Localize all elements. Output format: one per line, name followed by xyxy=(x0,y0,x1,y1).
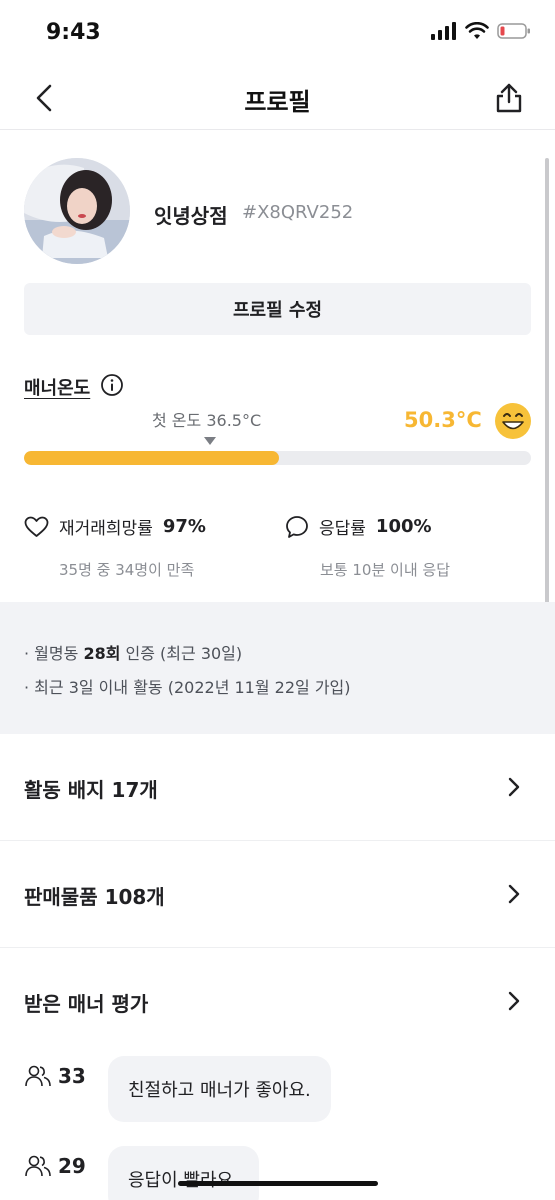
share-button[interactable] xyxy=(491,80,527,116)
review-count: 33 xyxy=(58,1064,86,1088)
rehire-rate-detail: 35명 중 34명이 만족 xyxy=(59,561,195,579)
activity-info: · 최근 3일 이내 활동 (2022년 11월 22일 가입) xyxy=(24,678,351,697)
manner-reviews-label: 받은 매너 평가 xyxy=(24,992,149,1016)
avatar[interactable] xyxy=(24,158,130,264)
temperature-bar xyxy=(24,451,531,465)
response-rate-stat: 응답률 100% 보통 10분 이내 응답 xyxy=(285,514,450,580)
scroll-indicator[interactable] xyxy=(545,158,549,658)
verification-info: · 월명동 28회 인증 (최근 30일) xyxy=(24,644,243,663)
activity-info-box: · 월명동 28회 인증 (최근 30일) · 최근 3일 이내 활동 (202… xyxy=(0,602,555,734)
first-temperature-label: 첫 온도 36.5°C xyxy=(152,411,262,430)
share-icon xyxy=(496,83,522,113)
manner-reviews-row[interactable]: 받은 매너 평가 xyxy=(0,948,555,1055)
people-icon xyxy=(25,1155,51,1177)
chevron-right-icon xyxy=(508,777,520,797)
chevron-right-icon xyxy=(508,991,520,1011)
activity-badges-label: 활동 배지 17개 xyxy=(24,778,158,802)
page-title: 프로필 xyxy=(244,88,311,116)
avatar-image xyxy=(24,158,130,264)
signal-icon xyxy=(431,22,456,40)
manner-temperature-label[interactable]: 매너온도 xyxy=(24,374,90,400)
sale-items-label: 판매물품 108개 xyxy=(24,885,165,909)
navigation-bar: 프로필 xyxy=(0,66,555,130)
smiling-face-icon xyxy=(495,403,531,439)
user-id: #X8QRV252 xyxy=(242,202,354,223)
response-rate-detail: 보통 10분 이내 응답 xyxy=(320,561,450,579)
battery-icon xyxy=(497,23,530,39)
rehire-rate-value: 97% xyxy=(162,516,206,537)
profile-header: 잇녕상점 #X8QRV252 xyxy=(24,158,531,268)
review-text: 응답이 빨라요. xyxy=(108,1146,259,1200)
first-temperature-marker xyxy=(204,437,216,445)
status-bar: 9:43 xyxy=(0,0,555,66)
people-icon xyxy=(25,1065,51,1087)
review-text: 친절하고 매너가 좋아요. xyxy=(108,1056,331,1122)
temperature-bar-fill xyxy=(24,451,280,465)
response-rate-label: 응답률 xyxy=(319,519,366,539)
response-rate-value: 100% xyxy=(375,516,432,537)
rehire-rate-label: 재거래희망률 xyxy=(59,519,153,539)
status-time: 9:43 xyxy=(46,20,101,45)
nickname: 잇녕상점 xyxy=(154,204,228,228)
home-indicator xyxy=(178,1181,378,1186)
review-count: 29 xyxy=(58,1154,86,1178)
rehire-rate-stat: 재거래희망률 97% 35명 중 34명이 만족 xyxy=(24,514,206,580)
activity-badges-row[interactable]: 활동 배지 17개 xyxy=(0,734,555,841)
current-temperature: 50.3°C xyxy=(404,408,482,432)
wifi-icon xyxy=(465,22,489,39)
chat-bubble-icon xyxy=(286,515,308,538)
chevron-right-icon xyxy=(508,884,520,904)
info-icon[interactable] xyxy=(100,373,124,397)
edit-profile-button[interactable]: 프로필 수정 xyxy=(24,283,531,335)
status-icons xyxy=(431,22,531,40)
heart-icon xyxy=(24,516,49,537)
sale-items-row[interactable]: 판매물품 108개 xyxy=(0,841,555,948)
